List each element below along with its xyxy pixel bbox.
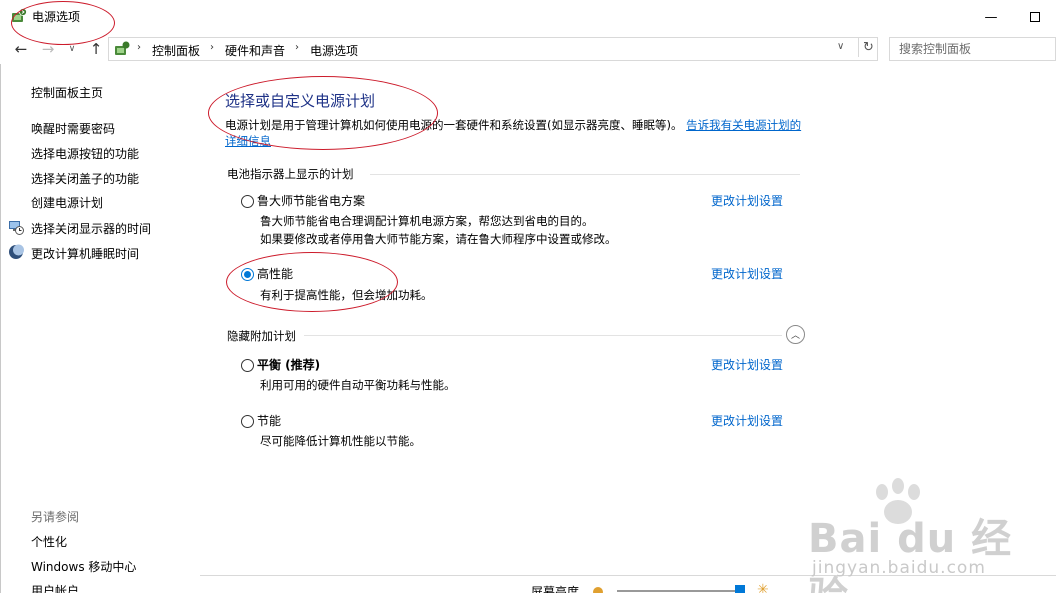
plan-name: 平衡 (推荐)	[257, 358, 321, 372]
plan-name: 高性能	[257, 267, 294, 281]
sidebar-item-power-button[interactable]: 选择电源按钮的功能	[31, 145, 139, 162]
up-arrow-icon: ↑	[89, 40, 103, 58]
minimize-icon: —	[984, 9, 998, 25]
address-bar[interactable]: › 控制面板 › 硬件和声音 › 电源选项 ∨	[108, 37, 878, 61]
watermark-url: jingyan.baidu.com	[812, 558, 986, 578]
group-divider	[370, 174, 800, 175]
window-border	[0, 64, 1, 593]
battery-plans-header: 电池指示器上显示的计划	[227, 167, 354, 181]
breadcrumb-hardware-sound[interactable]: 硬件和声音	[225, 42, 285, 59]
forward-arrow-icon: →	[41, 40, 55, 58]
sidebar-item-create-plan[interactable]: 创建电源计划	[31, 194, 103, 211]
plan-radio-balanced[interactable]	[241, 359, 254, 372]
watermark-brand: Bai du 经验	[808, 516, 1013, 593]
brightness-slider[interactable]	[617, 590, 742, 592]
plan-name: 鲁大师节能省电方案	[257, 194, 366, 208]
plan-description: 如果要修改或者停用鲁大师节能方案，请在鲁大师程序中设置或修改。	[260, 232, 617, 246]
see-also-user-accounts[interactable]: 用户帐户	[31, 582, 79, 593]
page-description: 电源计划是用于管理计算机如何使用电源的一套硬件和系统设置(如显示器亮度、睡眠等)…	[225, 117, 805, 149]
brightness-low-icon	[593, 587, 603, 593]
description-text: 电源计划是用于管理计算机如何使用电源的一套硬件和系统设置(如显示器亮度、睡眠等)…	[225, 118, 683, 132]
group-divider	[304, 335, 782, 336]
sidebar-item-display-off[interactable]: 选择关闭显示器的时间	[31, 220, 151, 237]
breadcrumb-separator-icon: ›	[210, 42, 214, 53]
plan-radio-ludashi[interactable]	[241, 195, 254, 208]
up-button[interactable]: ↑	[86, 39, 106, 59]
minimize-button[interactable]: —	[976, 6, 1006, 28]
change-plan-settings-link[interactable]: 更改计划设置	[711, 265, 783, 282]
plan-radio-high-performance[interactable]	[241, 268, 254, 281]
hidden-plans-header: 隐藏附加计划	[227, 329, 296, 343]
address-dropdown-icon[interactable]: ∨	[837, 41, 844, 52]
moon-icon	[9, 244, 24, 259]
search-box[interactable]	[889, 37, 1056, 61]
sidebar-item-wake-password[interactable]: 唤醒时需要密码	[31, 120, 115, 137]
annotation-ellipse	[226, 252, 398, 312]
search-input[interactable]	[890, 38, 1055, 60]
control-panel-icon	[115, 41, 130, 55]
sidebar-item-lid-close[interactable]: 选择关闭盖子的功能	[31, 170, 139, 187]
sidebar-item-sleep-time[interactable]: 更改计算机睡眠时间	[31, 245, 139, 262]
change-plan-settings-link[interactable]: 更改计划设置	[711, 412, 783, 429]
plan-description: 尽可能降低计算机性能以节能。	[260, 434, 421, 448]
sidebar-control-panel-home[interactable]: 控制面板主页	[31, 84, 103, 101]
breadcrumb-separator-icon: ›	[137, 42, 141, 53]
plan-radio-power-saver[interactable]	[241, 415, 254, 428]
change-plan-settings-link[interactable]: 更改计划设置	[711, 356, 783, 373]
back-arrow-icon: ←	[14, 40, 28, 58]
brightness-slider-thumb[interactable]	[735, 585, 745, 593]
see-also-personalization[interactable]: 个性化	[31, 533, 67, 550]
back-button[interactable]: ←	[11, 39, 31, 59]
brightness-high-icon: ✳	[757, 582, 769, 593]
plan-name: 节能	[257, 414, 282, 428]
refresh-icon: ↻	[863, 39, 874, 55]
plan-description: 鲁大师节能省电合理调配计算机电源方案，帮您达到省电的目的。	[260, 214, 594, 228]
baidu-watermark: Bai du 经验 jingyan.baidu.com	[808, 478, 1048, 593]
breadcrumb-power-options[interactable]: 电源选项	[310, 42, 358, 59]
brightness-label: 屏幕亮度	[531, 585, 580, 593]
maximize-icon	[1030, 12, 1040, 22]
display-clock-icon	[9, 221, 24, 235]
change-plan-settings-link[interactable]: 更改计划设置	[711, 192, 783, 209]
recent-locations-button[interactable]: ∨	[62, 39, 82, 59]
power-options-icon	[12, 8, 27, 22]
refresh-button[interactable]: ↻	[858, 37, 878, 57]
see-also-mobility-center[interactable]: Windows 移动中心	[31, 558, 136, 575]
chevron-down-icon: ∨	[68, 44, 76, 54]
page-title: 选择或自定义电源计划	[225, 92, 376, 110]
plan-description: 利用可用的硬件自动平衡功耗与性能。	[260, 378, 456, 392]
breadcrumb-separator-icon: ›	[295, 42, 299, 53]
breadcrumb-control-panel[interactable]: 控制面板	[152, 42, 200, 59]
see-also-title: 另请参阅	[31, 510, 80, 524]
chevron-up-icon: ︿	[790, 331, 800, 341]
plan-description: 有利于提高性能，但会增加功耗。	[260, 288, 433, 302]
forward-button[interactable]: →	[38, 39, 58, 59]
window-title: 电源选项	[32, 10, 81, 24]
collapse-button[interactable]: ︿	[786, 325, 805, 344]
maximize-button[interactable]	[1020, 6, 1050, 28]
title-bar: 电源选项 —	[0, 0, 1056, 34]
